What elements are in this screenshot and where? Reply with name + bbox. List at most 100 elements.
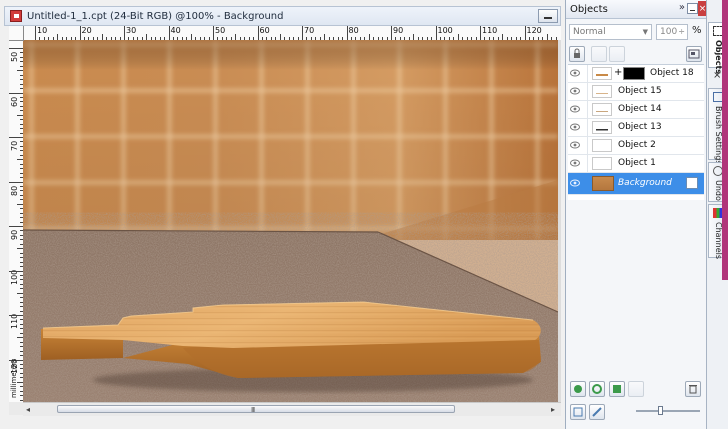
window-edge-accent (722, 0, 728, 280)
scroll-grip-icon: III (251, 406, 255, 414)
ruler-top-label: 120 (526, 26, 542, 35)
eye-icon[interactable] (570, 123, 580, 131)
trash-icon[interactable] (685, 381, 701, 397)
docker-minimize-button[interactable] (687, 3, 698, 14)
merge-mode-select[interactable]: Normal ▼ (569, 24, 652, 40)
layer-label: Object 14 (618, 104, 662, 114)
ruler-left-label: 110 (10, 313, 19, 329)
ruler-tick (480, 26, 481, 40)
object-list-empty-area (568, 200, 704, 377)
ruler-origin[interactable] (9, 26, 24, 41)
layer-thumbnail (592, 121, 612, 134)
layer-row-background[interactable]: Background (568, 173, 704, 195)
ruler-tick (9, 48, 23, 49)
mask-thumbnail (623, 67, 645, 80)
ruler-top-label: 40 (170, 26, 181, 35)
opacity-field[interactable]: 100 ÷ (656, 24, 688, 40)
objects-docker: Objects » × Normal ▼ 100 ÷ % + Object 18… (565, 0, 707, 429)
expand-docker-icon[interactable]: » (679, 2, 685, 13)
chevron-down-icon: ▼ (642, 28, 648, 36)
layer-row-object-18[interactable]: + Object 18 (568, 65, 704, 83)
layer-thumbnail (592, 139, 612, 152)
ruler-left-label: 60 (10, 96, 19, 107)
object-list[interactable]: + Object 18 Object 15 Object 14 Object 1… (568, 64, 704, 201)
ruler-tick (346, 26, 348, 40)
clip-mask-icon[interactable] (609, 46, 625, 62)
layer-label: Object 1 (618, 158, 656, 168)
plus-icon: + (614, 67, 623, 78)
eye-icon[interactable] (570, 179, 580, 187)
ruler-tick (79, 26, 81, 40)
ruler-top-label: 80 (348, 26, 359, 35)
mask-icon[interactable] (591, 46, 607, 62)
ruler-tick (9, 315, 23, 316)
ruler-units-label: millimeters (10, 358, 18, 398)
ruler-left-label: 50 (10, 51, 19, 62)
horizontal-scroll-thumb[interactable]: III (57, 405, 455, 414)
ruler-tick (435, 26, 437, 40)
eye-icon[interactable] (570, 69, 580, 77)
fit-view-icon[interactable] (570, 404, 586, 420)
layer-thumbnail (592, 103, 612, 116)
document-window: Untitled-1_1.cpt (24-Bit RGB) @100% - Ba… (0, 0, 566, 429)
thumbnail-size-slider[interactable] (636, 406, 700, 415)
ruler-tick (9, 181, 23, 183)
ruler-top-label: 60 (259, 26, 270, 35)
minimize-button[interactable] (538, 9, 558, 23)
layer-row-object-1[interactable]: Object 1 (568, 155, 704, 173)
document-title: Untitled-1_1.cpt (24-Bit RGB) @100% - Ba… (27, 10, 284, 22)
ruler-top-label: 70 (304, 26, 315, 35)
ruler-tick (35, 26, 36, 40)
layer-label: Object 18 (650, 68, 694, 78)
horizontal-scrollbar[interactable]: ◂ III ▸ (23, 402, 561, 416)
ruler-tick (213, 26, 214, 40)
ruler-top-label: 20 (81, 26, 92, 35)
layer-label: Object 15 (618, 86, 662, 96)
combine-icon[interactable] (628, 381, 644, 397)
eye-icon[interactable] (570, 87, 580, 95)
opacity-value: 100 (660, 27, 678, 37)
close-tabs-icon[interactable]: × (713, 70, 721, 81)
ruler-top-label: 110 (482, 26, 498, 35)
new-object-icon[interactable] (570, 381, 586, 397)
brush-view-icon[interactable] (589, 404, 605, 420)
ruler-top-label: 30 (126, 26, 137, 35)
horizontal-ruler[interactable]: 10 20 30 40 50 60 70 80 90 100 110 120 (9, 26, 561, 41)
navigator-corner[interactable] (9, 402, 23, 415)
ruler-tick (168, 26, 170, 40)
docker-title: Objects (570, 3, 608, 15)
layer-label: Object 2 (618, 140, 656, 150)
eye-icon[interactable] (570, 141, 580, 149)
image-canvas[interactable] (23, 40, 558, 402)
document-title-bar[interactable]: Untitled-1_1.cpt (24-Bit RGB) @100% - Ba… (4, 6, 561, 26)
ruler-top-label: 100 (437, 26, 453, 35)
ruler-left-label: 80 (10, 185, 19, 196)
scroll-left-arrow-icon[interactable]: ◂ (26, 405, 30, 414)
layer-row-object-13[interactable]: Object 13 (568, 119, 704, 137)
new-lens-icon[interactable] (589, 381, 605, 397)
slider-knob[interactable] (658, 406, 663, 415)
ruler-top-label: 50 (215, 26, 226, 35)
eye-icon[interactable] (570, 105, 580, 113)
object-properties-icon[interactable] (686, 46, 702, 62)
ruler-tick (9, 137, 23, 138)
new-mask-icon[interactable] (609, 381, 625, 397)
scroll-right-arrow-icon[interactable]: ▸ (551, 405, 555, 414)
layer-row-object-15[interactable]: Object 15 (568, 83, 704, 101)
eye-icon[interactable] (570, 159, 580, 167)
ruler-tick (391, 26, 392, 40)
lock-icon[interactable] (569, 46, 585, 62)
layer-row-object-14[interactable]: Object 14 (568, 101, 704, 119)
ruler-tick (257, 26, 259, 40)
vertical-ruler[interactable]: 50 60 70 80 90 100 110 120 millimeters (9, 40, 24, 402)
ruler-top-label: 10 (37, 26, 48, 35)
blend-controls: Normal ▼ 100 ÷ % (569, 24, 705, 40)
ruler-tick (524, 26, 526, 40)
layer-row-object-2[interactable]: Object 2 (568, 137, 704, 155)
ruler-left-label: 70 (10, 140, 19, 151)
layer-thumbnail (592, 176, 614, 191)
vertical-scroll-track[interactable] (558, 40, 561, 402)
spinner-icon[interactable]: ÷ (678, 25, 685, 39)
layer-thumbnail (592, 85, 612, 98)
docker-title-bar: Objects » × (566, 0, 707, 19)
